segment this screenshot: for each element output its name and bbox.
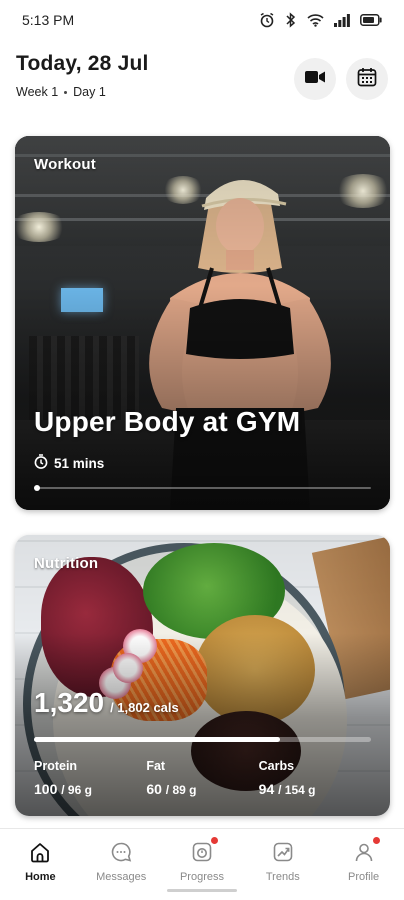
progress-icon <box>189 837 218 865</box>
calendar-icon <box>357 67 377 92</box>
macro-name: Protein <box>34 759 78 773</box>
macro-protein: Protein 100 / 96 g <box>34 759 146 797</box>
workout-card[interactable]: Workout Upper Body at GYM 51 mins <box>15 136 390 510</box>
profile-icon <box>351 837 380 865</box>
cellular-signal-icon <box>334 13 350 27</box>
macro-value: 100 <box>34 781 58 797</box>
calories-progress-fill <box>34 737 280 742</box>
calories-target: / 1,802 cals <box>110 700 179 715</box>
workout-label: Workout <box>34 156 96 173</box>
battery-icon <box>360 14 382 26</box>
status-bar: 5:13 PM <box>0 0 404 40</box>
nutrition-label: Nutrition <box>34 555 99 572</box>
macro-fat: Fat 60 / 89 g <box>146 759 258 797</box>
macro-target: / 154 g <box>278 783 316 797</box>
status-icons <box>259 12 382 28</box>
bottom-navigation: Home Messages Progress Trends Profile <box>0 828 404 900</box>
workout-title: Upper Body at GYM <box>34 406 301 437</box>
timer-icon <box>34 454 48 472</box>
nav-label: Progress <box>179 871 224 883</box>
macro-value: 60 <box>146 781 162 797</box>
calories-row: 1,320 / 1,802 cals <box>34 687 179 719</box>
nav-item-messages[interactable]: Messages <box>81 829 162 900</box>
bluetooth-icon <box>285 12 297 28</box>
nav-item-profile[interactable]: Profile <box>323 829 404 900</box>
macro-value: 94 <box>258 781 275 797</box>
day-label: Day 1 <box>73 85 106 99</box>
trend-chart-icon <box>270 839 296 865</box>
carousel-dot-active <box>34 485 40 491</box>
separator-dot <box>64 90 68 94</box>
video-call-button[interactable] <box>294 58 336 100</box>
calories-progress-bar <box>34 737 371 742</box>
nav-label: Profile <box>347 871 380 883</box>
chat-bubble-icon <box>108 839 134 865</box>
nav-label: Home <box>25 871 56 883</box>
duration-text: 51 mins <box>54 455 105 471</box>
macros-row: Protein 100 / 96 g Fat 60 / 89 g Carbs 9… <box>34 759 371 797</box>
header: Today, 28 Jul Week 1 Day 1 <box>16 52 388 108</box>
macro-name: Carbs <box>258 759 295 773</box>
home-icon <box>27 839 53 865</box>
nav-item-home[interactable]: Home <box>0 829 81 900</box>
week-label: Week 1 <box>16 85 59 99</box>
calories-value: 1,320 <box>34 687 105 718</box>
nav-label: Trends <box>265 871 300 883</box>
macro-target: / 89 g <box>165 783 197 797</box>
home-indicator <box>167 889 237 892</box>
nav-item-trends[interactable]: Trends <box>242 829 323 900</box>
video-camera-icon <box>304 69 326 90</box>
calendar-button[interactable] <box>346 58 388 100</box>
nutrition-card[interactable]: Nutrition 1,320 / 1,802 cals Protein 100… <box>15 535 390 816</box>
macro-target: / 96 g <box>61 783 92 797</box>
carousel-indicator <box>34 485 371 491</box>
status-time: 5:13 PM <box>22 12 75 28</box>
wifi-icon <box>307 13 324 27</box>
workout-duration: 51 mins <box>34 454 104 472</box>
macro-carbs: Carbs 94 / 154 g <box>259 759 371 797</box>
macro-name: Fat <box>146 759 166 773</box>
nav-label: Messages <box>96 871 147 883</box>
alarm-icon <box>259 12 275 28</box>
notification-badge <box>372 837 380 844</box>
notification-badge <box>210 837 218 844</box>
